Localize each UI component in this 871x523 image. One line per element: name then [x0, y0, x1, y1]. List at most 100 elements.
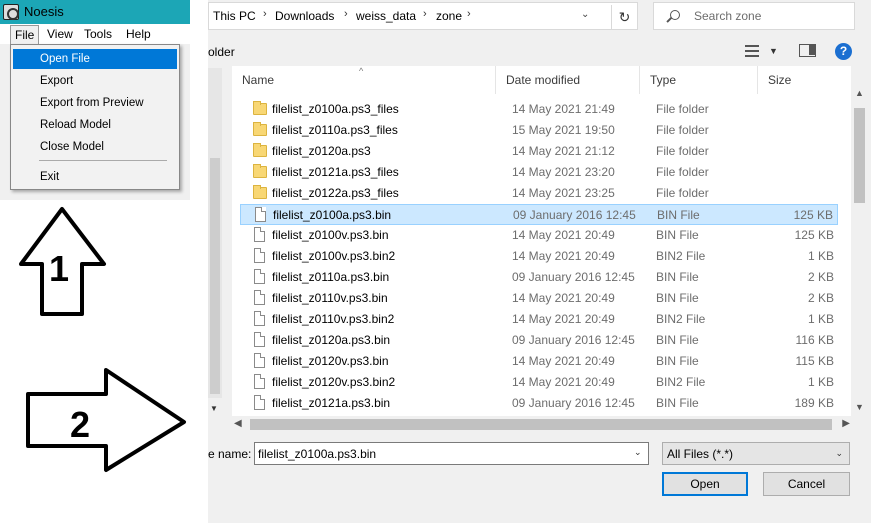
file-type-filter-select[interactable]: All Files (*.*) ⌄ — [662, 442, 850, 465]
column-header-date-modified[interactable]: Date modified — [496, 66, 640, 94]
menu-item-open-file[interactable]: Open File — [13, 49, 177, 69]
file-icon — [255, 207, 266, 222]
scroll-right-icon[interactable]: ▶ — [842, 418, 850, 429]
file-name: filelist_z0110a.ps3.bin — [272, 270, 390, 284]
file-icon — [254, 227, 265, 242]
file-type: BIN2 File — [656, 312, 706, 326]
scroll-up-icon[interactable]: ▲ — [855, 88, 864, 98]
menu-item-exit[interactable]: Exit — [13, 167, 177, 187]
scroll-down-icon[interactable]: ▼ — [855, 402, 864, 412]
menu-item-export-from-preview[interactable]: Export from Preview — [13, 93, 177, 113]
address-dropdown-icon[interactable]: ⌄ — [581, 9, 589, 20]
noesis-app-icon — [3, 4, 19, 20]
file-icon — [254, 353, 265, 368]
file-name: filelist_z0121a.ps3_files — [272, 165, 399, 179]
breadcrumb-downloads[interactable]: Downloads — [275, 9, 334, 23]
file-row[interactable]: filelist_z0120a.ps3 14 May 2021 21:12 File… — [240, 141, 838, 162]
file-size: 1 KB — [807, 375, 834, 389]
menu-view[interactable]: View — [47, 27, 73, 41]
scroll-left-icon[interactable]: ◀ — [234, 418, 242, 429]
file-date-modified: 14 May 2021 23:25 — [512, 186, 615, 200]
file-type: BIN File — [656, 333, 699, 347]
file-type: BIN File — [657, 208, 700, 222]
file-name: filelist_z0110v.ps3.bin — [272, 291, 388, 305]
file-icon — [254, 290, 265, 305]
file-row[interactable]: filelist_z0110v.ps3.bin2 14 May 2021 20:4… — [240, 309, 838, 330]
file-menu-dropdown: Open File Export Export from Preview Rel… — [10, 44, 180, 190]
file-date-modified: 14 May 2021 20:49 — [512, 375, 615, 389]
navigation-pane-scrollbar[interactable] — [208, 68, 222, 398]
navigation-scroll-thumb[interactable] — [210, 158, 220, 394]
file-name: filelist_z0100v.ps3.bin — [272, 228, 389, 242]
menu-item-close-model[interactable]: Close Model — [13, 137, 177, 157]
file-name: filelist_z0121a.ps3.bin — [272, 396, 391, 410]
file-size: 1 KB — [807, 312, 834, 326]
search-input[interactable]: Search zone — [694, 9, 761, 23]
file-date-modified: 09 January 2016 12:45 — [512, 396, 635, 410]
breadcrumb-separator-icon: › — [467, 8, 471, 20]
navigation-scroll-down-icon[interactable]: ▼ — [210, 404, 218, 413]
preview-pane-icon[interactable] — [799, 44, 816, 57]
column-header-type[interactable]: Type — [640, 66, 758, 94]
help-icon[interactable]: ? — [835, 43, 852, 60]
search-box[interactable]: Search zone — [653, 2, 855, 30]
right-arrow-annotation — [26, 368, 186, 472]
menu-item-reload-model[interactable]: Reload Model — [13, 115, 177, 135]
breadcrumb-zone[interactable]: zone — [436, 9, 462, 23]
file-row[interactable]: filelist_z0110v.ps3.bin 14 May 2021 20:49… — [240, 288, 838, 309]
file-row[interactable]: filelist_z0120v.ps3.bin2 14 May 2021 20:4… — [240, 372, 838, 393]
menu-help[interactable]: Help — [126, 27, 151, 41]
file-row[interactable]: filelist_z0120a.ps3.bin 09 January 2016 1… — [240, 330, 838, 351]
file-type: BIN File — [656, 291, 699, 305]
file-name: filelist_z0120v.ps3.bin2 — [272, 375, 396, 389]
file-icon — [254, 332, 265, 347]
file-name: filelist_z0110v.ps3.bin2 — [272, 312, 395, 326]
horizontal-scroll-thumb[interactable] — [250, 419, 832, 430]
file-type: BIN File — [656, 228, 699, 242]
open-button[interactable]: Open — [662, 472, 748, 496]
window-title: Noesis — [24, 4, 64, 19]
column-header-name[interactable]: Name — [232, 66, 496, 94]
new-folder-button[interactable]: older — [208, 45, 235, 59]
file-row[interactable]: filelist_z0100a.ps3.bin 09 January 2016 1… — [240, 204, 838, 225]
file-size: 116 KB — [795, 333, 834, 347]
file-date-modified: 14 May 2021 20:49 — [512, 312, 615, 326]
menu-file[interactable]: File — [10, 25, 40, 45]
folder-icon — [253, 164, 267, 178]
file-row[interactable]: filelist_z0100v.ps3.bin2 14 May 2021 20:4… — [240, 246, 838, 267]
breadcrumb-weiss-data[interactable]: weiss_data — [356, 9, 416, 23]
file-row[interactable]: filelist_z0121a.ps3_files 14 May 2021 23:… — [240, 162, 838, 183]
noesis-titlebar: Noesis — [0, 0, 190, 24]
file-date-modified: 14 May 2021 20:49 — [512, 354, 615, 368]
file-row[interactable]: filelist_z0110a.ps3.bin 09 January 2016 1… — [240, 267, 838, 288]
file-row[interactable]: filelist_z0100v.ps3.bin 14 May 2021 20:49… — [240, 225, 838, 246]
view-dropdown-icon[interactable]: ▼ — [769, 46, 778, 56]
breadcrumb-this-pc[interactable]: This PC — [213, 9, 256, 23]
address-bar[interactable]: This PC › Downloads › weiss_data › zone … — [208, 2, 638, 30]
file-size: 2 KB — [807, 291, 834, 305]
filename-input[interactable] — [254, 442, 649, 465]
file-type: BIN File — [656, 270, 699, 284]
file-type: File folder — [656, 102, 709, 116]
vertical-scroll-thumb[interactable] — [854, 108, 865, 203]
file-list-vertical-scrollbar[interactable]: ▲ ▼ — [851, 66, 868, 416]
file-type: BIN2 File — [656, 249, 706, 263]
view-options-icon[interactable] — [745, 45, 759, 57]
file-row[interactable]: filelist_z0121a.ps3.bin 09 January 2016 1… — [240, 393, 838, 414]
breadcrumb-separator-icon: › — [423, 8, 427, 20]
menu-item-export[interactable]: Export — [13, 71, 177, 91]
filename-history-dropdown-icon[interactable]: ⌄ — [634, 447, 642, 458]
menu-tools[interactable]: Tools — [84, 27, 112, 41]
file-row[interactable]: filelist_z0110a.ps3_files 15 May 2021 19:… — [240, 120, 838, 141]
file-list-horizontal-scrollbar[interactable]: ◀ ▶ — [232, 416, 852, 433]
file-row[interactable]: filelist_z0120v.ps3.bin 14 May 2021 20:49… — [240, 351, 838, 372]
sort-ascending-icon: ^ — [359, 66, 364, 76]
refresh-button[interactable]: ↻ — [611, 5, 637, 29]
cancel-button[interactable]: Cancel — [763, 472, 850, 496]
file-name: filelist_z0122a.ps3_files — [272, 186, 399, 200]
file-row[interactable]: filelist_z0100a.ps3_files 14 May 2021 21:… — [240, 99, 838, 120]
column-header-size[interactable]: Size — [758, 66, 848, 94]
open-file-dialog: This PC › Downloads › weiss_data › zone … — [208, 0, 871, 523]
file-row[interactable]: filelist_z0122a.ps3_files 14 May 2021 23:… — [240, 183, 838, 204]
file-type: BIN2 File — [656, 375, 706, 389]
